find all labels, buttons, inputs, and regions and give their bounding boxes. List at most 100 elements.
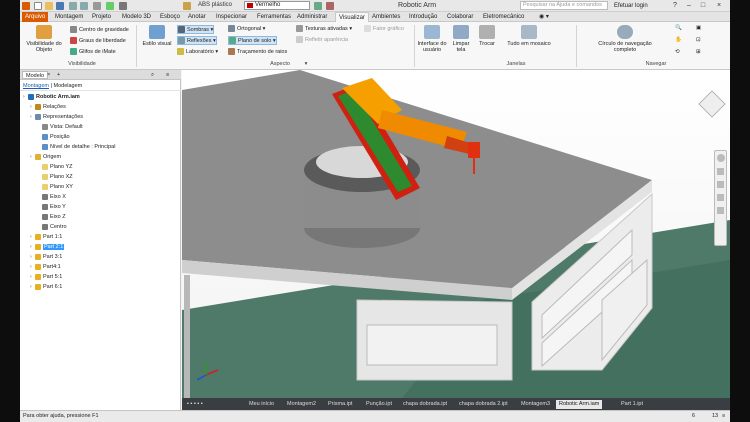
select-icon[interactable] xyxy=(119,2,127,10)
undo-icon[interactable] xyxy=(69,2,77,10)
tab-projeto[interactable]: Projeto xyxy=(89,12,114,22)
doc-tab-robotic-arm[interactable]: Robotic Arm.iam xyxy=(556,400,603,409)
aspecto-expand-icon[interactable]: ▾ xyxy=(302,61,310,67)
tab-inspecionar[interactable]: Inspecionar xyxy=(213,12,250,22)
nav-zoom-icon[interactable] xyxy=(717,181,724,188)
view-face-icon[interactable]: ▣ xyxy=(696,25,701,31)
zoom-window-icon[interactable]: ⊡ xyxy=(696,37,701,43)
tab-introducao[interactable]: Introdução xyxy=(406,12,440,22)
orthographic-dropdown[interactable]: Ortogonal ▾ xyxy=(228,25,265,32)
nav-pan-icon[interactable] xyxy=(717,168,724,175)
graphics-factor-button[interactable]: Fator gráfico xyxy=(364,25,404,32)
status-menu-icon[interactable]: ≡ xyxy=(722,411,725,422)
assembly-view-link[interactable]: Montagem xyxy=(23,83,49,89)
center-of-gravity-button[interactable]: Centro de gravidade xyxy=(70,26,129,33)
visual-style-button[interactable]: Estilo visual xyxy=(140,25,174,47)
tree-item[interactable]: Eixo Z xyxy=(37,212,66,222)
minimize-button[interactable]: – xyxy=(684,1,694,10)
tree-item[interactable]: › Relações xyxy=(30,102,66,112)
app-logo-icon[interactable] xyxy=(22,2,30,10)
tree-item[interactable]: Vista: Default xyxy=(37,122,83,132)
sign-in-link[interactable]: Efetuar login xyxy=(614,1,648,11)
tree-item[interactable]: › Robotic Arm.iam xyxy=(23,92,80,102)
lighting-style-dropdown[interactable]: Laboratório ▾ xyxy=(177,48,218,55)
tree-item[interactable]: Centro xyxy=(37,222,67,232)
save-icon[interactable] xyxy=(56,2,64,10)
appearance-selector[interactable]: Vermelho xyxy=(244,1,310,10)
doc-tab-prisma[interactable]: Prisma.ipt xyxy=(325,400,355,409)
material-selector[interactable]: ABS plástico xyxy=(198,1,232,10)
tab-administrar[interactable]: Administrar xyxy=(294,12,330,22)
object-visibility-button[interactable]: Visibilidade do Objeto xyxy=(22,25,66,53)
tree-item[interactable]: › Part 3:1 xyxy=(30,252,62,262)
tree-item[interactable]: Eixo Y xyxy=(37,202,66,212)
home-icon[interactable] xyxy=(93,2,101,10)
tree-item[interactable]: › Origem xyxy=(30,152,61,162)
tree-item[interactable]: Posição xyxy=(37,132,70,142)
imate-glyphs-button[interactable]: Glifos de iMate xyxy=(70,48,116,55)
tree-item[interactable]: Eixo X xyxy=(37,192,66,202)
properties-icon[interactable] xyxy=(183,2,191,10)
doc-tab-icons[interactable]: ▪ ▪ ▪ ▪ ▪ xyxy=(184,400,206,409)
close-button[interactable]: × xyxy=(714,1,724,10)
tree-item[interactable]: › Part 2:1 xyxy=(30,242,65,252)
tree-item[interactable]: Plano YZ xyxy=(37,162,73,172)
tree-item[interactable]: › Part4:1 xyxy=(30,262,61,272)
tab-visualizar[interactable]: Visualizar xyxy=(335,12,369,22)
tab-colaborar[interactable]: Colaborar xyxy=(444,12,476,22)
maximize-button[interactable]: □ xyxy=(698,1,708,10)
doc-tab-chapa-dobrada-2[interactable]: chapa dobrada 2.ipt xyxy=(456,400,511,409)
tree-item[interactable]: › Part 6:1 xyxy=(30,282,62,292)
browser-close-icon[interactable]: × xyxy=(44,71,53,79)
tab-anotar[interactable]: Anotar xyxy=(185,12,209,22)
tab-montagem[interactable]: Montagem xyxy=(52,12,86,22)
tree-item[interactable]: › Part 1:1 xyxy=(30,232,62,242)
user-interface-button[interactable]: Interface do usuário xyxy=(417,25,447,53)
reflections-toggle[interactable]: Reflexões ▾ xyxy=(177,36,217,45)
doc-tab-part-1[interactable]: Part 1.ipt xyxy=(618,400,646,409)
full-navigation-wheel-button[interactable]: Círculo de navegação completo xyxy=(588,25,662,53)
graphics-viewport[interactable] xyxy=(182,70,730,398)
tab-ambientes[interactable]: Ambientes xyxy=(369,12,403,22)
tab-esboco[interactable]: Esboço xyxy=(157,12,183,22)
nav-wheel-icon[interactable] xyxy=(716,154,725,162)
modeling-view-link[interactable]: Modelagem xyxy=(54,83,83,89)
switch-window-button[interactable]: Trocar xyxy=(476,25,498,47)
nav-look-icon[interactable] xyxy=(717,207,724,214)
ribbon-options-icon[interactable]: ◉ ▾ xyxy=(536,12,552,22)
textures-on-dropdown[interactable]: Texturas ativadas ▾ xyxy=(296,25,352,32)
tab-modelo-3d[interactable]: Modelo 3D xyxy=(119,12,154,22)
tab-ferramentas[interactable]: Ferramentas xyxy=(254,12,294,22)
help-search-input[interactable]: Pesquisar na Ajuda e comandos xyxy=(520,1,608,10)
browser-search-icon[interactable]: ⌕ xyxy=(148,71,157,79)
tile-all-button[interactable]: Tudo em mosaico xyxy=(504,25,554,47)
degrees-of-freedom-button[interactable]: Graus de liberdade xyxy=(70,37,126,44)
doc-tab-meu-inicio[interactable]: Meu início xyxy=(246,400,277,409)
orbit-icon[interactable]: ⟲ xyxy=(675,49,680,55)
update-icon[interactable] xyxy=(106,2,114,10)
reflect-appearance-button[interactable]: Refletir aparência xyxy=(296,36,348,43)
zoom-all-icon[interactable]: ⊞ xyxy=(696,49,701,55)
redo-icon[interactable] xyxy=(80,2,88,10)
doc-tab-montagem3[interactable]: Montagem3 xyxy=(518,400,553,409)
ground-plane-toggle[interactable]: Plano de solo ▾ xyxy=(228,36,277,45)
shadows-toggle[interactable]: Sombras ▾ xyxy=(177,25,215,34)
tree-item[interactable]: Nível de detalhe : Principal xyxy=(37,142,115,152)
ray-tracing-button[interactable]: Traçamento de raios xyxy=(228,48,287,55)
tab-arquivo[interactable]: Arquivo xyxy=(22,12,49,22)
doc-tab-montagem2[interactable]: Montagem2 xyxy=(284,400,319,409)
adjust-icon[interactable] xyxy=(326,2,334,10)
tree-item[interactable]: › Part 5:1 xyxy=(30,272,62,282)
nav-orbit-icon[interactable] xyxy=(717,194,724,201)
pan-icon[interactable]: ✋ xyxy=(675,37,682,43)
tree-item[interactable]: › Representações xyxy=(30,112,83,122)
zoom-icon[interactable]: 🔍 xyxy=(675,25,682,31)
tab-eletromecanico[interactable]: Eletromecânico xyxy=(480,12,527,22)
browser-menu-icon[interactable]: ≡ xyxy=(163,71,172,79)
new-file-icon[interactable] xyxy=(34,2,42,10)
clean-screen-button[interactable]: Limpar tela xyxy=(450,25,472,53)
tree-item[interactable]: Plano XY xyxy=(37,182,73,192)
open-file-icon[interactable] xyxy=(45,2,53,10)
doc-tab-chapa-dobrada[interactable]: chapa dobrada.ipt xyxy=(400,400,450,409)
clear-appearance-icon[interactable] xyxy=(314,2,322,10)
